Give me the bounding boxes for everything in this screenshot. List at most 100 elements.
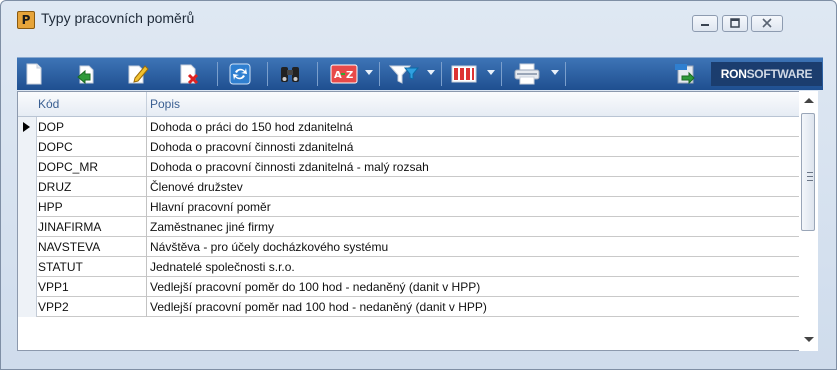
table-row[interactable]: VPP1 Vedlejší pracovní poměr do 100 hod … [18,277,814,297]
svg-text:Z: Z [346,70,353,81]
edit-button[interactable] [125,62,151,86]
toolbar-separator [267,62,268,86]
grip-icon [807,172,813,181]
cell-popis[interactable]: Dohoda o pracovní činnosti zdanitelná - … [150,160,429,174]
cell-kod[interactable]: NAVSTEVA [38,240,100,254]
brand-text-2: SOFTWARE [746,67,813,81]
delete-button[interactable] [177,62,203,86]
cell-popis[interactable]: Vedlejší pracovní poměr do 100 hod - ned… [150,280,480,294]
table-row[interactable]: DOPC Dohoda o pracovní činnosti zdanitel… [18,137,814,157]
table-row[interactable]: VPP2 Vedlejší pracovní poměr nad 100 hod… [18,297,814,317]
new-document-icon [26,63,42,85]
column-header-popis[interactable]: Popis [150,97,180,111]
table-row[interactable]: NAVSTEVA Návštěva - pro účely docházkové… [18,237,814,257]
columns-icon [451,65,477,83]
cell-kod[interactable]: DOPC [38,140,73,154]
filter-icon [388,65,420,84]
row-indicator [18,137,37,157]
export-icon [675,64,695,85]
row-indicator [18,157,37,177]
table-row[interactable]: DOPC_MR Dohoda o pracovní činnosti zdani… [18,157,814,177]
row-indicator [18,257,37,277]
cell-popis[interactable]: Zaměstnanec jiné firmy [150,220,274,234]
row-indicator [18,277,37,297]
app-icon: P [17,11,35,29]
cell-kod[interactable]: STATUT [38,260,83,274]
cell-kod[interactable]: JINAFIRMA [38,220,101,234]
print-dropdown-arrow[interactable] [551,70,559,75]
row-indicator [18,117,37,137]
import-button[interactable] [73,62,99,86]
cell-kod[interactable]: DOP [38,120,64,134]
current-row-arrow-icon [23,122,30,132]
maximize-icon [730,18,740,28]
printer-icon [514,63,540,85]
sort-az-icon: AZ [330,64,358,84]
columns-button[interactable] [449,62,479,86]
new-button[interactable] [21,62,47,86]
toolbar: AZ RONSOFTWARE [17,57,823,90]
vertical-scrollbar[interactable] [799,91,818,351]
toolbar-separator [217,62,218,86]
cell-popis[interactable]: Hlavní pracovní poměr [150,200,271,214]
cell-popis[interactable]: Návštěva - pro účely docházkového systém… [150,240,388,254]
filter-button[interactable] [387,62,421,86]
window-title: Typy pracovních poměrů [41,10,195,26]
filter-dropdown-arrow[interactable] [427,70,435,75]
row-indicator [18,217,37,237]
cell-popis[interactable]: Dohoda o pracovní činnosti zdanitelná [150,140,353,154]
table-row[interactable]: JINAFIRMA Zaměstnanec jiné firmy [18,217,814,237]
table-row[interactable]: STATUT Jednatelé společnosti s.r.o. [18,257,814,277]
cell-popis[interactable]: Jednatelé společnosti s.r.o. [150,260,295,274]
ron-software-logo: RONSOFTWARE [711,62,822,86]
row-indicator [18,297,37,317]
toolbar-separator [501,62,502,86]
delete-document-icon [180,64,199,85]
svg-text:A: A [334,70,342,81]
export-button[interactable] [671,62,697,86]
cell-kod[interactable]: VPP2 [38,300,69,314]
title-bar[interactable]: P Typy pracovních poměrů [9,7,828,33]
binoculars-icon [281,67,299,82]
print-button[interactable] [511,62,543,86]
sort-button[interactable]: AZ [329,62,359,86]
toolbar-separator [565,62,566,86]
brand-text-1: RON [720,67,747,81]
row-indicator [18,197,37,217]
cell-popis[interactable]: Vedlejší pracovní poměr nad 100 hod - ne… [150,300,487,314]
window: P Typy pracovních poměrů A Z RONSOFTWARE… [0,0,837,370]
edit-document-icon [128,65,149,84]
toolbar-separator [317,62,318,86]
column-header-kod[interactable]: Kód [38,97,59,111]
cell-kod[interactable]: VPP1 [38,280,69,294]
import-arrow-icon [77,65,94,85]
toolbar-separator [441,62,442,86]
minimize-icon [701,24,709,26]
cell-popis[interactable]: Členové družstev [150,180,243,194]
table-row[interactable]: DOP Dohoda o práci do 150 hod zdanitelná [18,117,814,137]
scroll-up-arrow-icon[interactable] [804,98,814,103]
maximize-button[interactable] [722,15,748,32]
scroll-down-arrow-icon[interactable] [804,337,814,342]
data-grid[interactable]: Kód Popis DOP Dohoda o práci do 150 hod … [17,91,815,351]
toolbar-separator [379,62,380,86]
cell-kod[interactable]: HPP [38,200,63,214]
cell-popis[interactable]: Dohoda o práci do 150 hod zdanitelná [150,120,353,134]
row-indicator [18,237,37,257]
close-button[interactable] [751,15,783,32]
column-divider[interactable] [146,92,147,116]
cell-kod[interactable]: DOPC_MR [38,160,98,174]
minimize-button[interactable] [692,15,718,32]
row-indicator [18,177,37,197]
sort-dropdown-arrow[interactable] [365,70,373,75]
table-row[interactable]: HPP Hlavní pracovní poměr [18,197,814,217]
refresh-button[interactable] [227,62,253,86]
find-button[interactable] [277,62,303,86]
scroll-thumb[interactable] [801,113,815,231]
refresh-icon [229,63,251,85]
grid-header: Kód Popis [18,92,814,117]
close-icon [762,18,772,28]
cell-kod[interactable]: DRUZ [38,180,71,194]
table-row[interactable]: DRUZ Členové družstev [18,177,814,197]
columns-dropdown-arrow[interactable] [487,70,495,75]
